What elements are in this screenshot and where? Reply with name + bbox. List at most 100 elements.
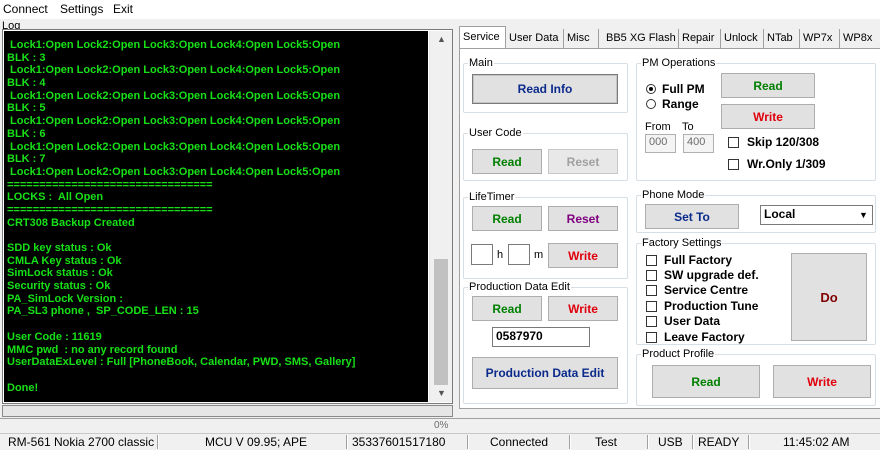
leave-factory-checkbox[interactable] xyxy=(646,332,657,343)
pm-operations-group-title: PM Operations xyxy=(641,57,717,69)
tab-wp8x[interactable]: WP8x xyxy=(840,29,880,48)
user-code-group: User Code Read Reset xyxy=(463,127,628,181)
menu-connect[interactable]: Connect xyxy=(3,2,48,16)
production-tune-label: Production Tune xyxy=(664,299,759,313)
menu-settings[interactable]: Settings xyxy=(60,2,103,16)
tab-user-data[interactable]: User Data xyxy=(506,29,564,48)
log-line: BLK : 4 xyxy=(7,77,46,90)
progress-percent: 0% xyxy=(434,420,449,431)
production-data-edit-button[interactable]: Production Data Edit xyxy=(472,357,618,389)
log-panel: Lock1:Open Lock2:Open Lock3:Open Lock4:O… xyxy=(2,29,453,404)
full-pm-label: Full PM xyxy=(662,82,705,96)
log-line: MMC pwd : no any record found xyxy=(7,343,178,356)
log-scrollbar[interactable]: ▲ ▼ xyxy=(429,31,452,402)
tab-bb5-xg-flash[interactable]: BB5 XG Flash xyxy=(603,29,679,48)
hours-unit-label: h xyxy=(497,249,504,261)
tab-ntab[interactable]: NTab xyxy=(764,29,800,48)
factory-settings-group-title: Factory Settings xyxy=(641,237,723,249)
log-line: Lock1:Open Lock2:Open Lock3:Open Lock4:O… xyxy=(7,64,341,77)
log-line: CMLA Key status : Ok xyxy=(7,254,122,267)
pm-read-button[interactable]: Read xyxy=(721,73,815,98)
phone-mode-group: Phone Mode Set To Local ▼ xyxy=(636,189,876,233)
wr-only-label: Wr.Only 1/309 xyxy=(747,157,826,171)
combo-arrow-icon[interactable]: ▼ xyxy=(856,207,871,223)
production-data-group: Production Data Edit Read Write 0587970 … xyxy=(463,281,628,404)
range-radio[interactable] xyxy=(646,99,656,109)
log-line: Done! xyxy=(7,381,39,394)
lifetimer-reset-button[interactable]: Reset xyxy=(548,206,618,231)
production-tune-checkbox[interactable] xyxy=(646,301,657,312)
log-line: BLK : 3 xyxy=(7,51,46,64)
tab-wp7x[interactable]: WP7x xyxy=(800,29,840,48)
log-line: ================================ xyxy=(7,203,213,216)
factory-settings-group: Factory Settings Full Factory SW upgrade… xyxy=(636,237,876,345)
log-line: Lock1:Open Lock2:Open Lock3:Open Lock4:O… xyxy=(7,140,341,153)
pm-operations-group: PM Operations Full PM Range Read Write F… xyxy=(636,57,876,181)
log-line: Lock1:Open Lock2:Open Lock3:Open Lock4:O… xyxy=(7,115,341,128)
status-bar: RM-561 Nokia 2700 classic MCU V 09.95; A… xyxy=(0,433,880,449)
chevron-down-icon[interactable]: ▼ xyxy=(430,385,453,402)
tab-misc[interactable]: Misc xyxy=(564,29,599,48)
main-group-title: Main xyxy=(468,57,494,69)
tab-service[interactable]: Service xyxy=(459,26,506,49)
set-to-button[interactable]: Set To xyxy=(645,204,739,229)
log-line: SDD key status : Ok xyxy=(7,242,112,254)
factory-do-button[interactable]: Do xyxy=(791,253,867,341)
production-data-read-button[interactable]: Read xyxy=(472,296,542,321)
full-pm-radio[interactable] xyxy=(646,84,656,94)
log-line: Lock1:Open Lock2:Open Lock3:Open Lock4:O… xyxy=(7,165,341,178)
status-mode: Test xyxy=(595,435,618,449)
main-group: Main Read Info xyxy=(463,57,628,113)
product-profile-group-title: Product Profile xyxy=(641,348,716,360)
production-data-write-button[interactable]: Write xyxy=(548,296,618,321)
log-line: BLK : 5 xyxy=(7,102,46,115)
product-profile-read-button[interactable]: Read xyxy=(652,365,760,398)
product-profile-group: Product Profile Read Write xyxy=(636,348,876,406)
lifetimer-write-button[interactable]: Write xyxy=(548,243,618,268)
status-state: READY xyxy=(698,435,740,449)
status-interface: USB xyxy=(658,435,683,449)
full-factory-checkbox[interactable] xyxy=(646,255,657,266)
product-profile-write-button[interactable]: Write xyxy=(773,365,871,398)
production-data-input[interactable]: 0587970 xyxy=(492,327,590,347)
log-line: Lock1:Open Lock2:Open Lock3:Open Lock4:O… xyxy=(7,89,341,102)
chevron-up-icon[interactable]: ▲ xyxy=(430,31,453,48)
log-line: PA_SL3 phone , SP_CODE_LEN : 15 xyxy=(7,305,199,318)
service-centre-checkbox[interactable] xyxy=(646,285,657,296)
log-output[interactable]: Lock1:Open Lock2:Open Lock3:Open Lock4:O… xyxy=(4,31,428,402)
lifetimer-minutes-input[interactable] xyxy=(508,244,530,265)
from-label: From xyxy=(645,121,671,133)
phone-mode-select[interactable]: Local ▼ xyxy=(760,205,873,225)
log-line: User Code : 11619 xyxy=(7,330,102,343)
lifetimer-read-button[interactable]: Read xyxy=(472,206,542,231)
status-imei: 35337601517180 xyxy=(352,435,446,449)
read-info-button[interactable]: Read Info xyxy=(472,74,618,104)
lifetimer-hours-input[interactable] xyxy=(471,244,493,265)
status-connection: Connected xyxy=(490,435,549,449)
log-line: Lock1:Open Lock2:Open Lock3:Open Lock4:O… xyxy=(7,39,341,51)
status-time: 11:45:02 AM xyxy=(783,435,850,449)
status-model: RM-561 Nokia 2700 classic xyxy=(8,435,154,449)
tab-unlock[interactable]: Unlock xyxy=(721,29,764,48)
pm-from-input[interactable]: 000 xyxy=(645,134,676,153)
user-code-reset-button[interactable]: Reset xyxy=(548,149,618,174)
lifetimer-group: LifeTimer Read Reset h m Write xyxy=(463,191,628,279)
tab-repair[interactable]: Repair xyxy=(679,29,721,48)
wr-only-checkbox[interactable] xyxy=(728,159,739,170)
menu-exit[interactable]: Exit xyxy=(113,2,133,16)
skip-checkbox[interactable] xyxy=(728,137,739,148)
user-code-read-button[interactable]: Read xyxy=(472,149,542,174)
log-line: PA_SimLock Version : xyxy=(7,292,123,305)
user-data-label: User Data xyxy=(664,314,721,328)
divider xyxy=(0,418,880,419)
sw-upgrade-checkbox[interactable] xyxy=(646,270,657,281)
log-line: CRT308 Backup Created xyxy=(7,216,135,229)
pm-write-button[interactable]: Write xyxy=(721,104,815,129)
range-label: Range xyxy=(662,97,699,111)
pm-to-input[interactable]: 400 xyxy=(683,134,714,153)
scrollbar-thumb[interactable] xyxy=(434,259,448,385)
user-data-checkbox[interactable] xyxy=(646,316,657,327)
